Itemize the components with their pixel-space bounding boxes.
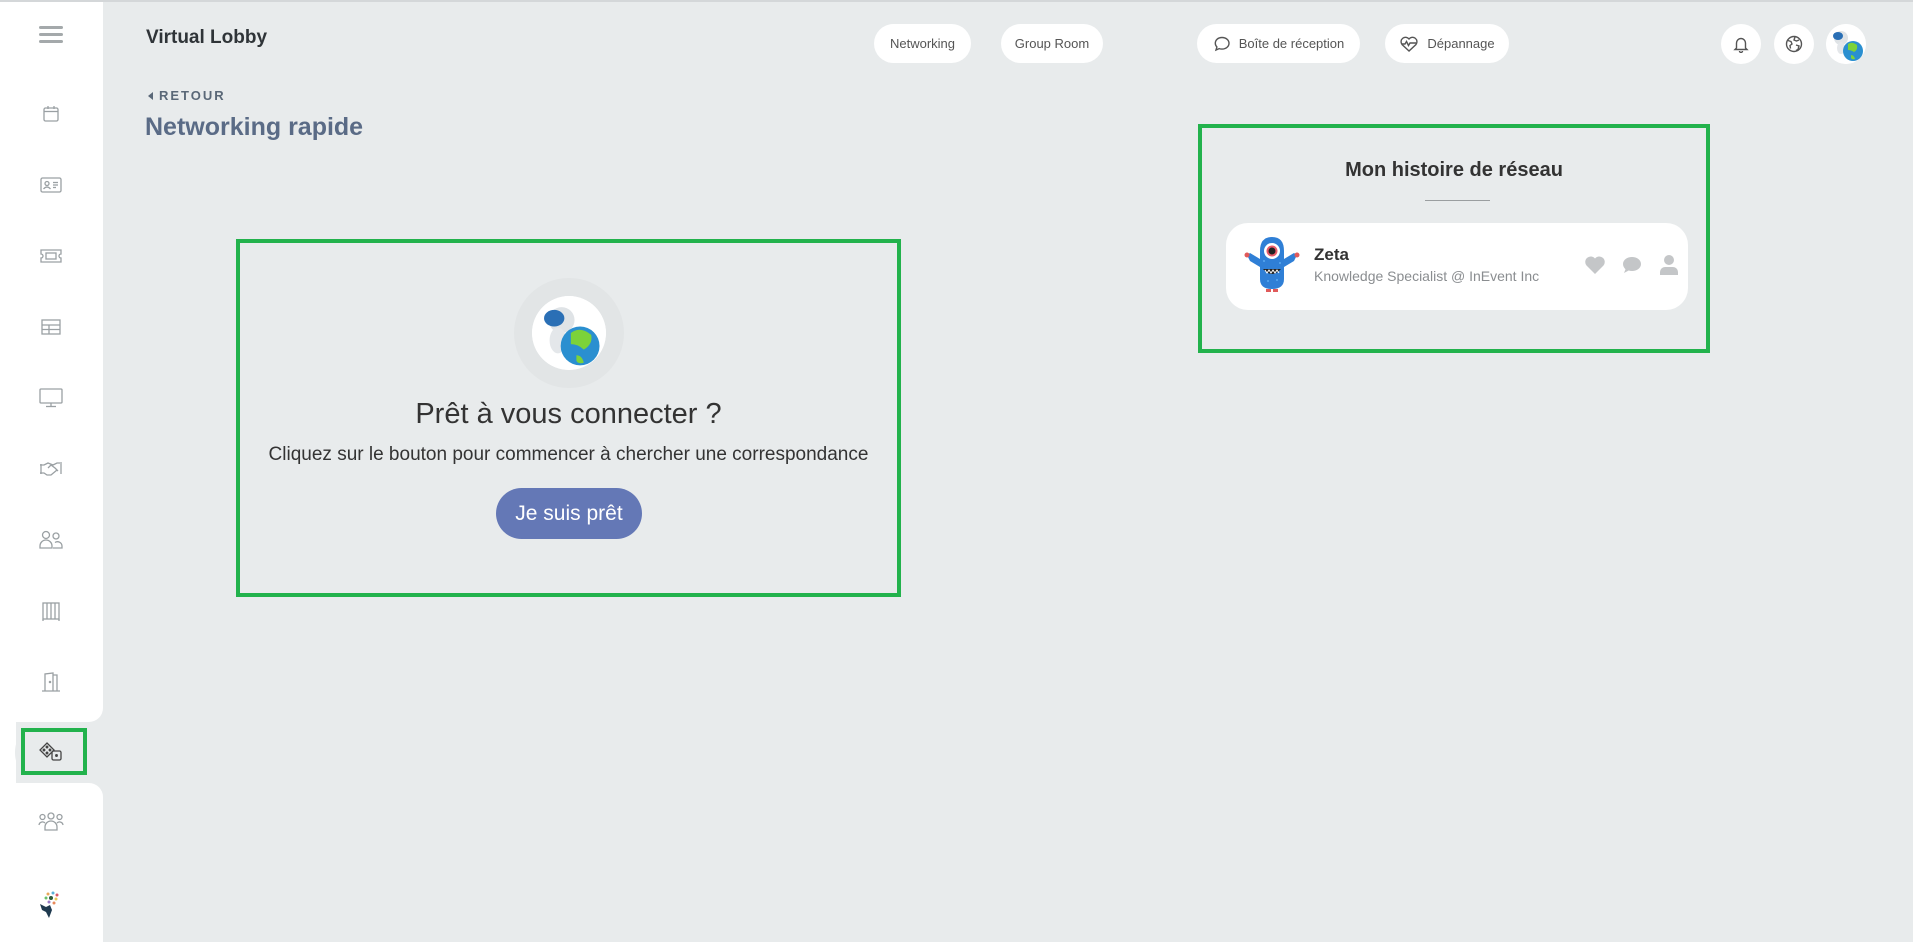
tab-group-room[interactable]: Group Room [1001, 24, 1103, 63]
inbox-button[interactable]: Boîte de réception [1197, 24, 1360, 63]
inbox-label: Boîte de réception [1238, 36, 1345, 51]
event-logo[interactable] [27, 885, 75, 925]
chat-icon [1623, 257, 1641, 273]
app-title: Virtual Lobby [146, 27, 268, 48]
heart-icon [1585, 256, 1605, 274]
sidebar [0, 2, 115, 942]
ready-button[interactable]: Je suis prêt [496, 488, 642, 539]
sidebar-item-attendees[interactable] [27, 520, 75, 560]
astronaut-avatar-icon [1826, 24, 1866, 64]
history-person-card[interactable]: Zeta Knowledge Specialist @ InEvent Inc [1226, 223, 1688, 310]
ready-subtitle: Cliquez sur le bouton pour commencer à c… [268, 444, 869, 465]
sidebar-item-profile[interactable] [27, 165, 75, 205]
sidebar-item-booths[interactable] [27, 591, 75, 631]
event-logo-icon [40, 891, 59, 918]
door-icon [42, 672, 60, 692]
view-profile-button[interactable] [1657, 253, 1681, 277]
globe-icon [1785, 35, 1803, 53]
tab-networking[interactable]: Networking [874, 24, 971, 63]
like-button[interactable] [1583, 253, 1607, 277]
caret-left-icon [148, 91, 153, 100]
monitor-icon [39, 388, 63, 408]
astronaut-globe-icon [532, 296, 606, 370]
history-title: Mon histoire de réseau [1345, 159, 1563, 181]
sidebar-item-groups[interactable] [27, 802, 75, 842]
group-icon [38, 812, 64, 831]
ready-avatar [532, 296, 606, 370]
hamburger-icon[interactable] [39, 26, 63, 44]
table-icon [41, 319, 61, 335]
users-icon [39, 530, 63, 549]
active-item-highlight-box [21, 728, 87, 775]
person-role: Knowledge Specialist @ InEvent Inc [1314, 268, 1540, 284]
sidebar-item-schedule[interactable] [27, 307, 75, 347]
monster-avatar-icon [1244, 237, 1300, 292]
sidebar-item-sponsors[interactable] [27, 449, 75, 489]
handshake-icon [40, 462, 62, 476]
tab-group-room-label: Group Room [1014, 36, 1090, 51]
radiator-icon [42, 602, 60, 621]
user-avatar[interactable] [1826, 24, 1866, 64]
sidebar-item-rooms[interactable] [27, 662, 75, 702]
chat-bubble-icon [1214, 36, 1230, 51]
troubleshoot-button[interactable]: Dépannage [1385, 24, 1509, 63]
profile-icon [1660, 255, 1678, 275]
notifications-button[interactable] [1721, 24, 1761, 64]
language-button[interactable] [1774, 24, 1814, 64]
back-label: RETOUR [159, 88, 226, 103]
tab-networking-label: Networking [889, 36, 956, 51]
sidebar-item-tickets[interactable] [27, 236, 75, 276]
history-divider [1425, 200, 1490, 201]
troubleshoot-label: Dépannage [1427, 36, 1495, 51]
ticket-icon [40, 249, 62, 263]
heartbeat-icon [1400, 36, 1418, 52]
back-link[interactable]: RETOUR [148, 88, 226, 103]
person-avatar [1242, 233, 1302, 297]
id-card-icon [40, 177, 62, 193]
sidebar-panel-gap [0, 722, 16, 783]
person-name: Zeta [1314, 245, 1349, 264]
calendar-icon [43, 106, 59, 122]
bell-icon [1733, 37, 1749, 53]
message-button[interactable] [1620, 253, 1644, 277]
page-title: Networking rapide [145, 113, 364, 141]
sidebar-item-agenda[interactable] [27, 94, 75, 134]
sidebar-item-stage[interactable] [27, 378, 75, 418]
ready-title: Prêt à vous connecter ? [415, 398, 722, 430]
